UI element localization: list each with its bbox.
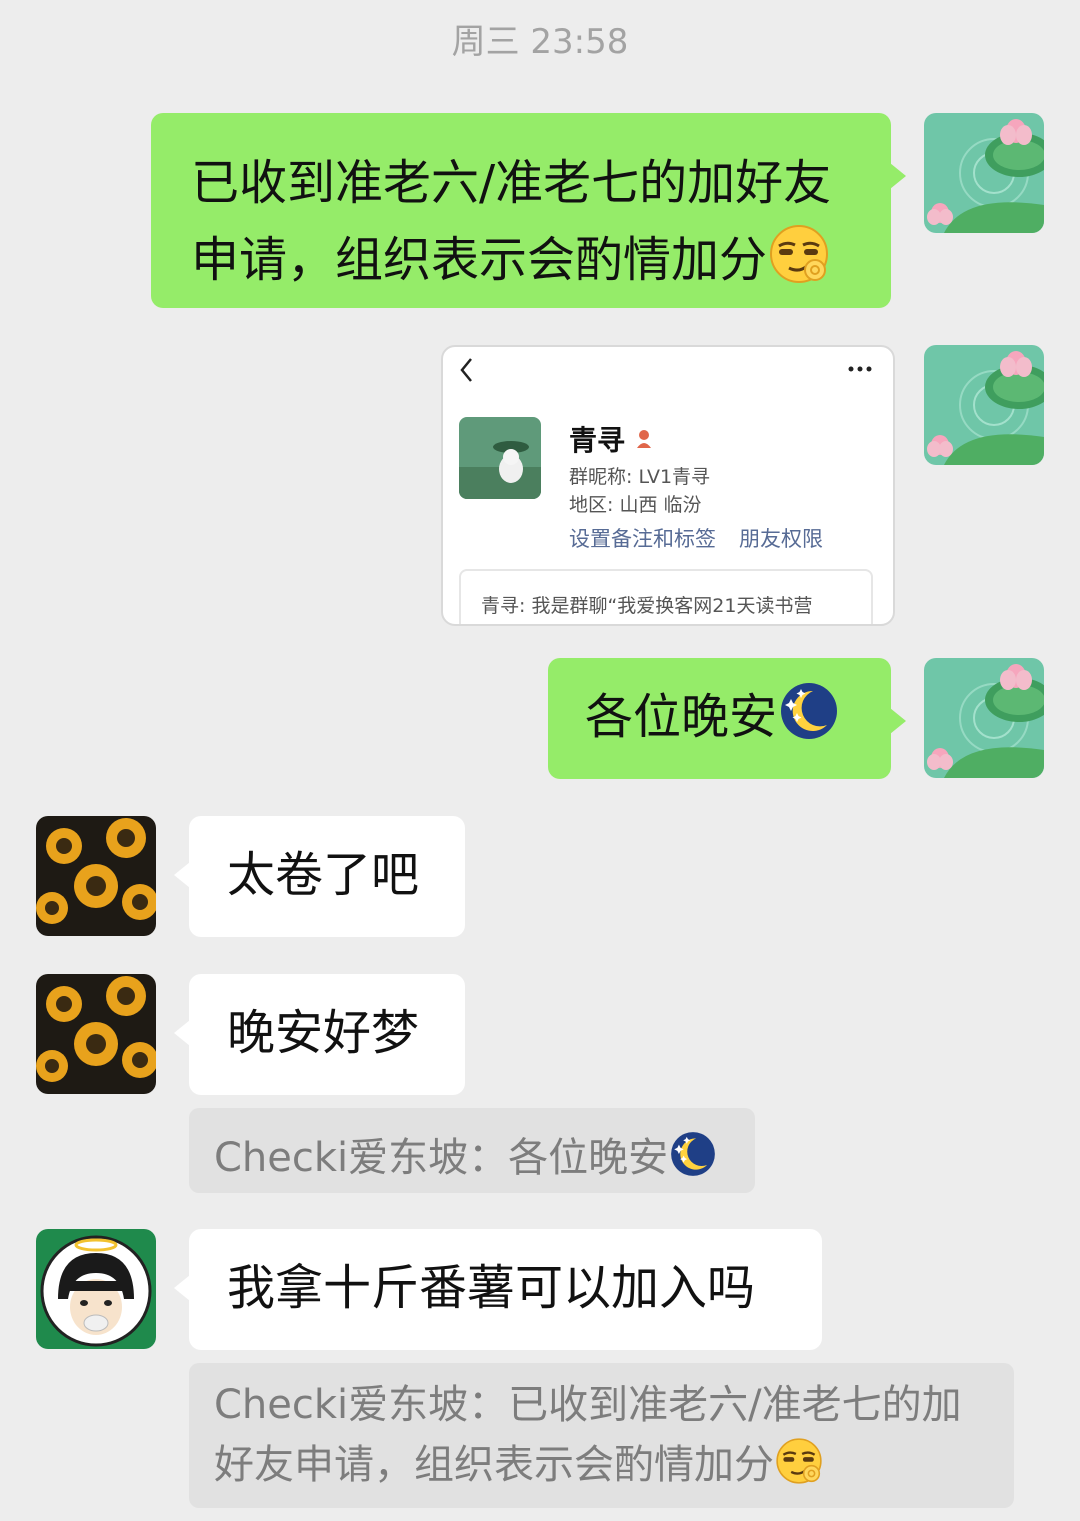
message-text: 我拿十斤番薯可以加入吗	[227, 1260, 756, 1316]
bubble-tail	[174, 1275, 190, 1301]
message-text: 已收到准老六/准老七的加好友申请，组织表示会酌情加分	[191, 155, 832, 288]
bubble-tail	[174, 862, 190, 888]
back-chevron-icon	[457, 355, 477, 389]
moon-night-emoji-icon	[668, 1129, 718, 1179]
sender-avatar-sunflower[interactable]	[36, 816, 156, 936]
self-avatar[interactable]	[924, 345, 1044, 465]
quoted-message[interactable]: Checki爱东坡：各位晚安	[189, 1108, 755, 1193]
smirk-ok-emoji-icon	[774, 1436, 824, 1486]
quoted-text-line-2: 好友申请，组织表示会酌情加分	[214, 1435, 1014, 1495]
contact-avatar	[459, 417, 541, 499]
profile-card-image[interactable]: 青寻 群昵称: LV1青寻 地区: 山西 临汾 设置备注和标签 朋友权限 青寻:…	[441, 345, 895, 626]
self-avatar[interactable]	[924, 113, 1044, 233]
moon-night-emoji-icon	[777, 679, 841, 743]
sender-avatar-cartoon-girl[interactable]	[36, 1229, 156, 1349]
bubble-tail	[174, 1020, 190, 1046]
friend-permission-link: 朋友权限	[739, 527, 823, 551]
contact-name: 青寻	[569, 419, 653, 459]
greeting-text: 青寻: 我是群聊“我爱换客网21天读书营	[481, 595, 813, 617]
self-avatar[interactable]	[924, 658, 1044, 778]
message-text: 晚安好梦	[227, 1005, 420, 1061]
bubble-tail	[890, 708, 906, 734]
quoted-text: Checki爱东坡：各位晚安	[214, 1135, 669, 1181]
region-label: 地区:	[569, 494, 614, 516]
message-bubble-incoming[interactable]: 晚安好梦	[174, 974, 465, 1095]
message-bubble-outgoing[interactable]: 已收到准老六/准老七的加好友申请，组织表示会酌情加分	[151, 113, 906, 308]
gender-female-icon	[635, 422, 653, 455]
message-bubble-outgoing[interactable]: 各位晚安	[548, 658, 906, 779]
smirk-ok-emoji-icon	[767, 222, 831, 286]
contact-name-text: 青寻	[569, 424, 626, 457]
sender-avatar-sunflower[interactable]	[36, 974, 156, 1094]
quoted-text-line-2-text: 好友申请，组织表示会酌情加分	[214, 1442, 774, 1488]
group-nickname-value: LV1青寻	[638, 466, 711, 488]
bubble-tail	[890, 163, 906, 189]
message-text: 各位晚安	[585, 689, 778, 745]
set-remark-link: 设置备注和标签	[569, 527, 716, 551]
group-nickname-label: 群昵称:	[569, 466, 633, 488]
region: 地区: 山西 临汾	[569, 490, 702, 517]
more-dots-icon	[847, 359, 873, 383]
message-text: 太卷了吧	[227, 847, 420, 903]
region-value: 山西 临汾	[619, 494, 702, 516]
message-bubble-incoming[interactable]: 太卷了吧	[174, 816, 465, 937]
group-nickname: 群昵称: LV1青寻	[569, 462, 710, 489]
message-bubble-incoming[interactable]: 我拿十斤番薯可以加入吗	[174, 1229, 822, 1350]
friend-request-greeting: 青寻: 我是群聊“我爱换客网21天读书营	[459, 569, 873, 624]
quoted-message[interactable]: Checki爱东坡：已收到准老六/准老七的加 好友申请，组织表示会酌情加分	[189, 1363, 1014, 1508]
chat-timestamp: 周三 23:58	[451, 22, 629, 62]
quoted-text-line-1: Checki爱东坡：已收到准老六/准老七的加	[214, 1382, 962, 1428]
